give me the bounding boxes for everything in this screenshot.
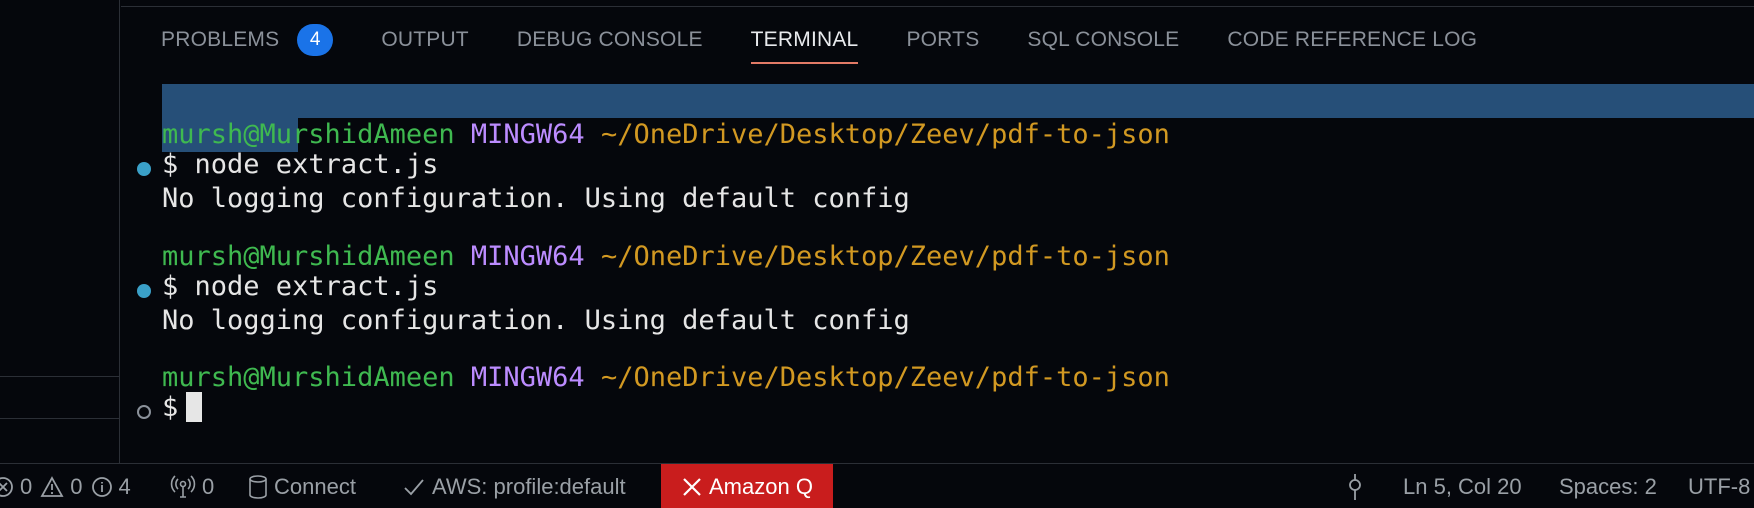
check-icon — [404, 478, 424, 495]
tab-ports[interactable]: PORTS — [906, 22, 979, 62]
error-count: 0 — [20, 474, 33, 499]
problems-status[interactable]: 0 0 4 — [0, 464, 131, 508]
prompt-symbol: $ — [162, 271, 179, 302]
cwd-path: ~/OneDrive/Desktop/Zeev/pdf-to-json — [600, 362, 1170, 393]
command-text: node extract.js — [194, 149, 439, 180]
database-icon — [249, 474, 267, 499]
user-host: mursh@MurshidAmeen — [162, 241, 455, 272]
terminal-prompt-line: mursh@MurshidAmeen MINGW64 ~/OneDrive/De… — [162, 240, 1170, 274]
error-icon — [0, 476, 13, 497]
tab-sql-console[interactable]: SQL CONSOLE — [1027, 22, 1179, 62]
terminal-output-line: No logging configuration. Using default … — [162, 183, 910, 214]
cwd-path: ~/OneDrive/Desktop/Zeev/pdf-to-json — [600, 241, 1170, 272]
tab-problems[interactable]: PROBLEMS 4 — [161, 22, 334, 62]
close-icon — [683, 477, 701, 496]
command-text: node extract.js — [194, 271, 439, 302]
ports-status[interactable]: 0 — [170, 464, 214, 508]
shell-env: MINGW64 — [470, 119, 585, 150]
aws-profile-label: AWS: profile:default — [432, 474, 626, 499]
problems-count-badge: 4 — [297, 24, 334, 56]
terminal-input-line[interactable]: $ — [162, 391, 203, 425]
ports-count: 0 — [202, 474, 215, 499]
aws-profile-status[interactable]: AWS: profile:default — [402, 464, 626, 508]
amazon-q-label: Amazon Q — [709, 474, 813, 499]
side-divider — [0, 376, 120, 377]
amazon-q-status[interactable]: Amazon Q — [661, 464, 833, 508]
info-icon — [91, 476, 112, 497]
encoding-setting[interactable]: UTF-8 — [1688, 464, 1750, 508]
selection-highlight — [162, 84, 1754, 118]
terminal-cursor — [186, 392, 203, 422]
warning-count: 0 — [70, 474, 83, 499]
tab-terminal[interactable]: TERMINAL — [750, 22, 859, 64]
tab-label: CODE REFERENCE LOG — [1227, 28, 1478, 51]
tab-label: PROBLEMS — [161, 28, 280, 51]
command-pending-icon[interactable] — [137, 405, 151, 419]
terminal-command-line: $ node extract.js — [162, 270, 438, 304]
bottom-panel: PROBLEMS 4 OUTPUT DEBUG CONSOLE TERMINAL… — [121, 0, 1754, 463]
terminal-prompt-line: mursh@MurshidAmeen MINGW64 ~/OneDrive/De… — [162, 361, 1170, 395]
command-success-icon[interactable] — [137, 284, 151, 298]
terminal-prompt-line: mursh@MurshidAmeen MINGW64 ~/OneDrive/De… — [162, 118, 1170, 152]
info-count: 4 — [118, 474, 131, 499]
side-panel — [0, 0, 120, 463]
status-bar: 0 0 4 0 Connect AWS: profile:default Ama… — [0, 463, 1754, 508]
user-host: mursh@MurshidAmeen — [162, 362, 455, 393]
tab-code-reference-log[interactable]: CODE REFERENCE LOG — [1227, 22, 1477, 62]
broadcast-icon — [170, 474, 196, 498]
source-control-status[interactable] — [1344, 464, 1372, 508]
warning-icon — [40, 475, 64, 497]
command-success-icon[interactable] — [137, 162, 151, 176]
prompt-symbol: $ — [162, 149, 179, 180]
tab-label: SQL CONSOLE — [1027, 28, 1180, 51]
db-connect-status[interactable]: Connect — [248, 464, 356, 508]
tab-label: TERMINAL — [750, 28, 859, 51]
cursor-position[interactable]: Ln 5, Col 20 — [1403, 464, 1522, 508]
indentation-setting[interactable]: Spaces: 2 — [1559, 464, 1657, 508]
tab-label: PORTS — [906, 28, 980, 51]
terminal-output[interactable]: mursh@MurshidAmeen MINGW64 ~/OneDrive/De… — [121, 84, 1754, 462]
tab-label: OUTPUT — [381, 28, 469, 51]
user-host: mursh@MurshidAmeen — [162, 119, 455, 150]
panel-border — [121, 6, 1754, 7]
shell-env: MINGW64 — [470, 241, 585, 272]
tab-debug-console[interactable]: DEBUG CONSOLE — [517, 22, 703, 62]
git-commit-icon — [1349, 473, 1361, 500]
panel-tabs: PROBLEMS 4 OUTPUT DEBUG CONSOLE TERMINAL… — [161, 22, 1525, 64]
prompt-symbol: $ — [162, 392, 179, 423]
side-divider — [0, 418, 120, 419]
connect-label: Connect — [274, 474, 356, 499]
cwd-path: ~/OneDrive/Desktop/Zeev/pdf-to-json — [600, 119, 1170, 150]
tab-label: DEBUG CONSOLE — [516, 28, 703, 51]
terminal-command-line: $ node extract.js — [162, 148, 438, 182]
terminal-output-line: No logging configuration. Using default … — [162, 305, 910, 336]
tab-output[interactable]: OUTPUT — [381, 22, 469, 62]
shell-env: MINGW64 — [470, 362, 585, 393]
